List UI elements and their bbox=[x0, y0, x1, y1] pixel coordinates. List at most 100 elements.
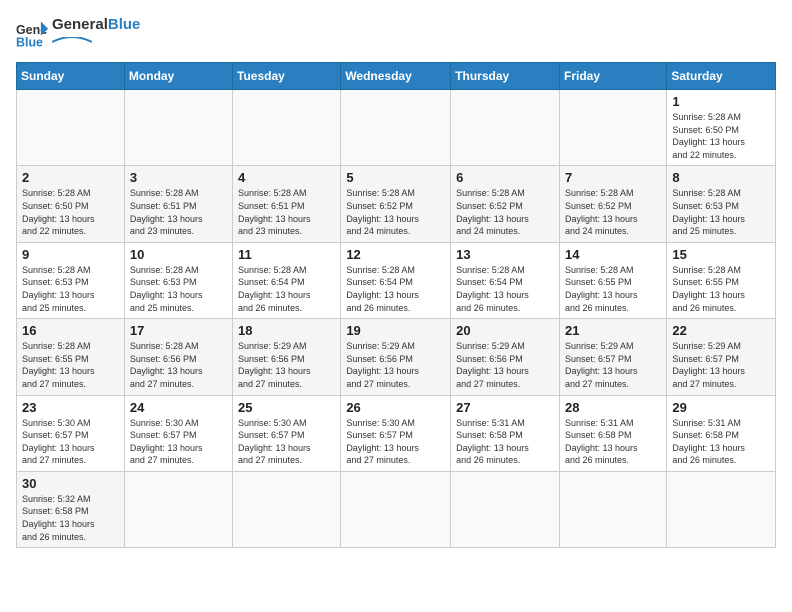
calendar-week-row: 2 Sunrise: 5:28 AM Sunset: 6:50 PM Daylig… bbox=[17, 166, 776, 242]
day-info: Sunrise: 5:29 AM Sunset: 6:56 PM Dayligh… bbox=[238, 340, 335, 390]
calendar-cell bbox=[233, 471, 341, 547]
day-number: 13 bbox=[456, 247, 554, 262]
calendar-cell bbox=[451, 471, 560, 547]
day-number: 7 bbox=[565, 170, 661, 185]
calendar-cell: 26Sunrise: 5:30 AM Sunset: 6:57 PM Dayli… bbox=[341, 395, 451, 471]
day-info: Sunrise: 5:28 AM Sunset: 6:55 PM Dayligh… bbox=[565, 264, 661, 314]
calendar-cell: 22 Sunrise: 5:29 AM Sunset: 6:57 PM Dayli… bbox=[667, 319, 776, 395]
day-info: Sunrise: 5:31 AM Sunset: 6:58 PM Dayligh… bbox=[672, 417, 770, 467]
calendar-cell bbox=[124, 90, 232, 166]
day-info: Sunrise: 5:28 AM Sunset: 6:53 PM Dayligh… bbox=[22, 264, 119, 314]
day-number: 10 bbox=[130, 247, 227, 262]
calendar-week-row: 9 Sunrise: 5:28 AM Sunset: 6:53 PM Daylig… bbox=[17, 242, 776, 318]
calendar-cell: 2 Sunrise: 5:28 AM Sunset: 6:50 PM Daylig… bbox=[17, 166, 125, 242]
day-number: 18 bbox=[238, 323, 335, 338]
day-number: 22 bbox=[672, 323, 770, 338]
day-number: 23 bbox=[22, 400, 119, 415]
day-number: 11 bbox=[238, 247, 335, 262]
day-number: 4 bbox=[238, 170, 335, 185]
day-info: Sunrise: 5:28 AM Sunset: 6:54 PM Dayligh… bbox=[456, 264, 554, 314]
calendar-cell: 23Sunrise: 5:30 AM Sunset: 6:57 PM Dayli… bbox=[17, 395, 125, 471]
day-info: Sunrise: 5:28 AM Sunset: 6:51 PM Dayligh… bbox=[238, 187, 335, 237]
weekday-header-monday: Monday bbox=[124, 63, 232, 90]
calendar-cell: 21 Sunrise: 5:29 AM Sunset: 6:57 PM Dayli… bbox=[559, 319, 666, 395]
calendar-cell: 6 Sunrise: 5:28 AM Sunset: 6:52 PM Daylig… bbox=[451, 166, 560, 242]
day-number: 21 bbox=[565, 323, 661, 338]
calendar-cell bbox=[124, 471, 232, 547]
calendar-cell: 17Sunrise: 5:28 AM Sunset: 6:56 PM Dayli… bbox=[124, 319, 232, 395]
day-number: 30 bbox=[22, 476, 119, 491]
calendar-cell: 5Sunrise: 5:28 AM Sunset: 6:52 PM Daylig… bbox=[341, 166, 451, 242]
weekday-header-sunday: Sunday bbox=[17, 63, 125, 90]
calendar-cell: 30 Sunrise: 5:32 AM Sunset: 6:58 PM Dayli… bbox=[17, 471, 125, 547]
logo-general: General bbox=[52, 16, 108, 33]
day-number: 19 bbox=[346, 323, 445, 338]
day-number: 9 bbox=[22, 247, 119, 262]
day-number: 15 bbox=[672, 247, 770, 262]
logo-blue: Blue bbox=[108, 16, 141, 33]
day-info: Sunrise: 5:30 AM Sunset: 6:57 PM Dayligh… bbox=[346, 417, 445, 467]
day-info: Sunrise: 5:28 AM Sunset: 6:50 PM Dayligh… bbox=[22, 187, 119, 237]
day-info: Sunrise: 5:28 AM Sunset: 6:54 PM Dayligh… bbox=[238, 264, 335, 314]
logo-icon: General Blue bbox=[16, 18, 48, 50]
calendar-table: SundayMondayTuesdayWednesdayThursdayFrid… bbox=[16, 62, 776, 548]
day-info: Sunrise: 5:31 AM Sunset: 6:58 PM Dayligh… bbox=[565, 417, 661, 467]
page-header: General Blue GeneralBlue bbox=[16, 16, 776, 52]
weekday-header-wednesday: Wednesday bbox=[341, 63, 451, 90]
calendar-cell: 28 Sunrise: 5:31 AM Sunset: 6:58 PM Dayli… bbox=[559, 395, 666, 471]
day-number: 8 bbox=[672, 170, 770, 185]
calendar-cell: 29 Sunrise: 5:31 AM Sunset: 6:58 PM Dayli… bbox=[667, 395, 776, 471]
calendar-cell bbox=[451, 90, 560, 166]
day-info: Sunrise: 5:28 AM Sunset: 6:55 PM Dayligh… bbox=[672, 264, 770, 314]
calendar-cell: 4 Sunrise: 5:28 AM Sunset: 6:51 PM Daylig… bbox=[233, 166, 341, 242]
calendar-week-row: 1 Sunrise: 5:28 AM Sunset: 6:50 PM Daylig… bbox=[17, 90, 776, 166]
calendar-cell bbox=[341, 471, 451, 547]
calendar-cell: 1 Sunrise: 5:28 AM Sunset: 6:50 PM Daylig… bbox=[667, 90, 776, 166]
calendar-cell: 11 Sunrise: 5:28 AM Sunset: 6:54 PM Dayli… bbox=[233, 242, 341, 318]
day-number: 24 bbox=[130, 400, 227, 415]
day-info: Sunrise: 5:28 AM Sunset: 6:50 PM Dayligh… bbox=[672, 111, 770, 161]
calendar-cell: 16Sunrise: 5:28 AM Sunset: 6:55 PM Dayli… bbox=[17, 319, 125, 395]
calendar-cell: 10 Sunrise: 5:28 AM Sunset: 6:53 PM Dayli… bbox=[124, 242, 232, 318]
day-number: 1 bbox=[672, 94, 770, 109]
logo: General Blue GeneralBlue bbox=[16, 16, 140, 52]
calendar-week-row: 23 Sunrise: 5:30 AM Sunset: 6:57 PM Dayli… bbox=[17, 395, 776, 471]
day-info: Sunrise: 5:28 AM Sunset: 6:53 PM Dayligh… bbox=[672, 187, 770, 237]
logo-swoosh bbox=[52, 37, 92, 47]
day-number: 2 bbox=[22, 170, 119, 185]
calendar-cell: 19 Sunrise: 5:29 AM Sunset: 6:56 PM Dayli… bbox=[341, 319, 451, 395]
calendar-cell bbox=[17, 90, 125, 166]
day-info: Sunrise: 5:28 AM Sunset: 6:51 PM Dayligh… bbox=[130, 187, 227, 237]
day-info: Sunrise: 5:30 AM Sunset: 6:57 PM Dayligh… bbox=[238, 417, 335, 467]
day-number: 14 bbox=[565, 247, 661, 262]
day-info: Sunrise: 5:29 AM Sunset: 6:56 PM Dayligh… bbox=[346, 340, 445, 390]
calendar-cell: 24Sunrise: 5:30 AM Sunset: 6:57 PM Dayli… bbox=[124, 395, 232, 471]
calendar-week-row: 16Sunrise: 5:28 AM Sunset: 6:55 PM Dayli… bbox=[17, 319, 776, 395]
day-info: Sunrise: 5:29 AM Sunset: 6:57 PM Dayligh… bbox=[672, 340, 770, 390]
day-number: 25 bbox=[238, 400, 335, 415]
calendar-cell: 7 Sunrise: 5:28 AM Sunset: 6:52 PM Daylig… bbox=[559, 166, 666, 242]
day-number: 27 bbox=[456, 400, 554, 415]
day-info: Sunrise: 5:32 AM Sunset: 6:58 PM Dayligh… bbox=[22, 493, 119, 543]
calendar-cell: 18 Sunrise: 5:29 AM Sunset: 6:56 PM Dayli… bbox=[233, 319, 341, 395]
day-info: Sunrise: 5:29 AM Sunset: 6:56 PM Dayligh… bbox=[456, 340, 554, 390]
weekday-header-friday: Friday bbox=[559, 63, 666, 90]
day-info: Sunrise: 5:29 AM Sunset: 6:57 PM Dayligh… bbox=[565, 340, 661, 390]
day-info: Sunrise: 5:28 AM Sunset: 6:52 PM Dayligh… bbox=[456, 187, 554, 237]
calendar-cell: 15 Sunrise: 5:28 AM Sunset: 6:55 PM Dayli… bbox=[667, 242, 776, 318]
svg-text:Blue: Blue bbox=[16, 35, 43, 49]
day-info: Sunrise: 5:28 AM Sunset: 6:52 PM Dayligh… bbox=[565, 187, 661, 237]
calendar-cell bbox=[341, 90, 451, 166]
day-number: 5 bbox=[346, 170, 445, 185]
day-number: 28 bbox=[565, 400, 661, 415]
calendar-cell: 20Sunrise: 5:29 AM Sunset: 6:56 PM Dayli… bbox=[451, 319, 560, 395]
day-number: 6 bbox=[456, 170, 554, 185]
calendar-cell: 14 Sunrise: 5:28 AM Sunset: 6:55 PM Dayli… bbox=[559, 242, 666, 318]
calendar-cell bbox=[233, 90, 341, 166]
day-info: Sunrise: 5:28 AM Sunset: 6:53 PM Dayligh… bbox=[130, 264, 227, 314]
calendar-cell: 12Sunrise: 5:28 AM Sunset: 6:54 PM Dayli… bbox=[341, 242, 451, 318]
calendar-cell: 27Sunrise: 5:31 AM Sunset: 6:58 PM Dayli… bbox=[451, 395, 560, 471]
day-number: 3 bbox=[130, 170, 227, 185]
weekday-header-row: SundayMondayTuesdayWednesdayThursdayFrid… bbox=[17, 63, 776, 90]
day-number: 29 bbox=[672, 400, 770, 415]
